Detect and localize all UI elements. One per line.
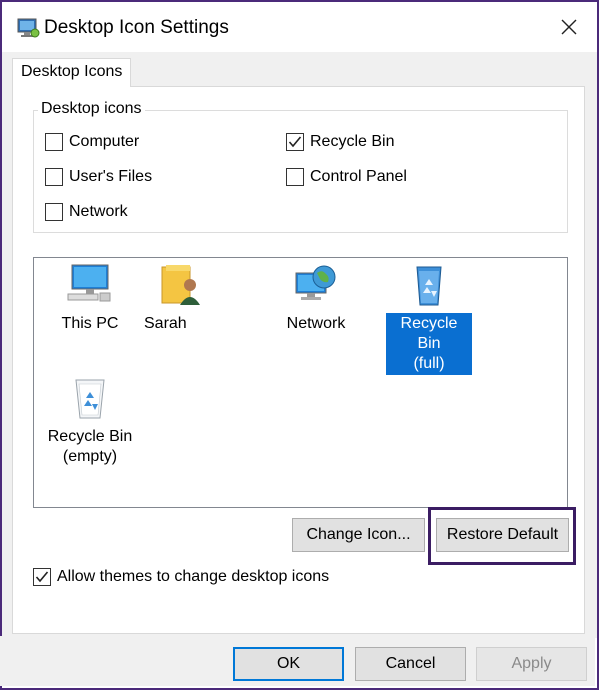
checkbox-allow-themes[interactable]: Allow themes to change desktop icons	[33, 568, 329, 586]
icon-label-line2: (full)	[413, 355, 445, 372]
checkbox-label: User's Files	[69, 168, 153, 185]
checkbox-box[interactable]	[45, 168, 63, 186]
close-icon	[561, 19, 577, 35]
recycle-bin-empty-icon	[75, 379, 105, 419]
checkbox-control-panel[interactable]: Control Panel	[286, 168, 407, 186]
desktop-settings-icon	[16, 16, 40, 40]
icon-label: Recycle Bin (empty)	[46, 426, 134, 468]
window-title: Desktop Icon Settings	[44, 17, 229, 38]
tab-desktop-icons[interactable]: Desktop Icons	[12, 58, 131, 87]
icon-label-line1: Recycle Bin	[47, 428, 133, 445]
cancel-button[interactable]: Cancel	[355, 647, 466, 681]
checkbox-users-files[interactable]: User's Files	[45, 168, 152, 186]
checkbox-box[interactable]	[45, 133, 63, 151]
tab-label: Desktop Icons	[21, 63, 123, 80]
change-icon-button[interactable]: Change Icon...	[292, 518, 425, 552]
close-button[interactable]	[551, 10, 587, 44]
checkmark-icon	[288, 136, 302, 148]
icon-label: Recycle Bin (full)	[386, 313, 472, 375]
checkbox-network[interactable]: Network	[45, 203, 128, 221]
checkbox-label: Allow themes to change desktop icons	[57, 568, 330, 585]
checkbox-box[interactable]	[286, 133, 304, 151]
icon-item-this-pc[interactable]: This PC	[50, 263, 130, 335]
icon-label: Network	[286, 315, 346, 332]
checkbox-label: Computer	[69, 133, 140, 150]
checkbox-recycle-bin[interactable]: Recycle Bin	[286, 133, 394, 151]
checkbox-label: Network	[69, 203, 128, 220]
icon-item-recycle-bin-empty[interactable]: Recycle Bin (empty)	[44, 376, 136, 468]
checkbox-computer[interactable]: Computer	[45, 133, 139, 151]
icon-label: This PC	[61, 315, 119, 332]
icon-item-user-files[interactable]: Sarah	[140, 263, 220, 335]
checkbox-box[interactable]	[33, 568, 51, 586]
title-bar: Desktop Icon Settings	[2, 2, 597, 52]
user-folder-icon	[161, 265, 200, 305]
group-label: Desktop icons	[38, 100, 145, 118]
icon-label-line2: (empty)	[62, 448, 118, 465]
checkbox-label: Recycle Bin	[310, 133, 395, 150]
network-globe-icon	[295, 265, 336, 300]
highlight-box	[428, 507, 576, 565]
recycle-bin-full-icon	[416, 266, 442, 306]
checkbox-box[interactable]	[45, 203, 63, 221]
ok-button[interactable]: OK	[233, 647, 344, 681]
icon-label: Sarah	[144, 315, 187, 332]
checkmark-icon	[35, 571, 49, 583]
icon-item-recycle-bin-full[interactable]: Recycle Bin (full)	[386, 263, 472, 375]
apply-button[interactable]: Apply	[476, 647, 587, 681]
checkbox-box[interactable]	[286, 168, 304, 186]
icon-label-line1: Recycle Bin	[400, 315, 458, 352]
icon-item-network[interactable]: Network	[276, 263, 356, 335]
monitor-icon	[67, 264, 111, 302]
checkbox-label: Control Panel	[310, 168, 407, 185]
